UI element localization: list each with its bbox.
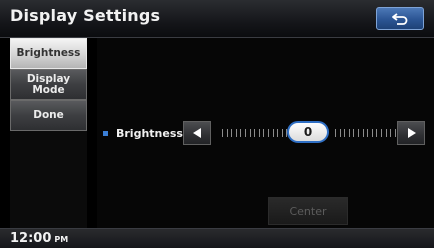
- center-button-label: Center: [289, 204, 327, 218]
- return-arrow-icon: [392, 12, 408, 25]
- clock: 12:00 PM: [10, 231, 68, 246]
- right-arrow-icon: [407, 128, 416, 138]
- bullet-icon: [103, 131, 108, 136]
- sidebar-item-label: Display Mode: [27, 73, 70, 96]
- page-title: Display Settings: [10, 6, 161, 25]
- clock-time: 12:00: [10, 231, 52, 246]
- clock-ampm: PM: [54, 235, 69, 244]
- center-button[interactable]: Center: [268, 197, 348, 225]
- back-button[interactable]: [376, 7, 424, 30]
- display-settings-screen: Display Settings Brightness Display Mode…: [0, 0, 434, 248]
- brightness-value[interactable]: 0: [287, 121, 329, 143]
- increase-brightness-button[interactable]: [397, 121, 425, 145]
- brightness-label: Brightness: [116, 127, 183, 140]
- status-bar: 12:00 PM: [0, 228, 434, 248]
- sidebar-item-done[interactable]: Done: [10, 100, 87, 131]
- sidebar-item-label-line2: Mode: [32, 83, 65, 96]
- left-arrow-icon: [192, 128, 201, 138]
- sidebar-item-label: Brightness: [16, 47, 81, 59]
- sidebar: Brightness Display Mode Done: [10, 38, 87, 228]
- decrease-brightness-button[interactable]: [183, 121, 211, 145]
- sidebar-item-label: Done: [33, 109, 64, 121]
- brightness-row-label: Brightness: [103, 127, 183, 140]
- sidebar-item-brightness[interactable]: Brightness: [10, 38, 87, 69]
- sidebar-item-display-mode[interactable]: Display Mode: [10, 69, 87, 100]
- title-bar: Display Settings: [0, 0, 434, 38]
